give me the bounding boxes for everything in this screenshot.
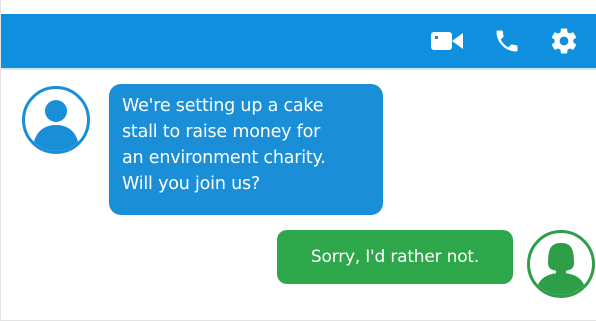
settings-gear-icon[interactable] [547, 25, 581, 57]
outgoing-message-bubble: Sorry, I'd rather not. [277, 230, 513, 284]
chat-window: We're setting up a cake stall to raise m… [0, 0, 596, 321]
message-line: an environment charity. [122, 148, 326, 168]
person-silhouette-icon [536, 243, 586, 295]
message-text: Sorry, I'd rather not. [310, 247, 480, 267]
header-bar [1, 14, 596, 70]
person-silhouette-icon [33, 100, 79, 151]
user-avatar[interactable] [527, 230, 595, 298]
video-camera-icon[interactable] [430, 25, 464, 57]
message-line: Will you join us? [122, 174, 260, 194]
message-line: stall to raise money for [122, 122, 321, 142]
phone-icon[interactable] [490, 25, 524, 57]
contact-avatar[interactable] [22, 86, 90, 154]
incoming-message-bubble: We're setting up a cake stall to raise m… [109, 84, 383, 215]
message-line: We're setting up a cake [122, 96, 324, 116]
